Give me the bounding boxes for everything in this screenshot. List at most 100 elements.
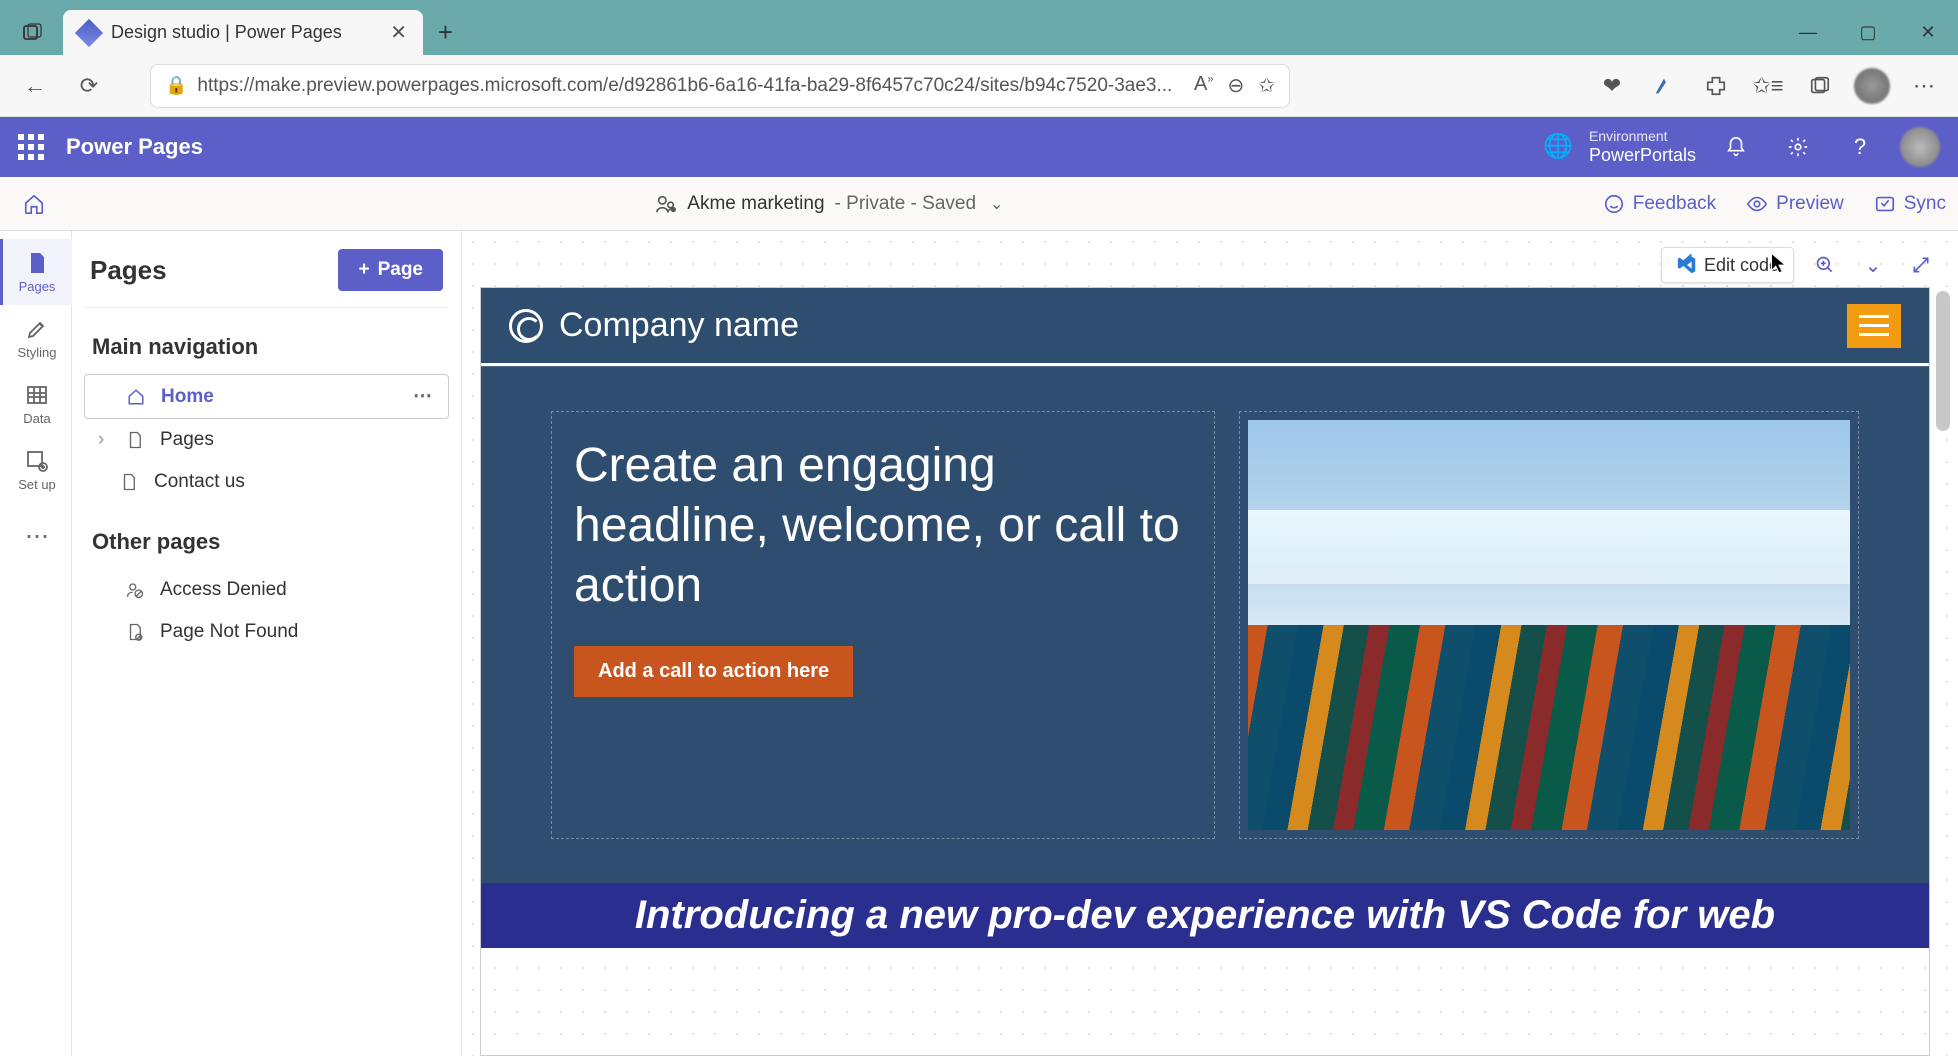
rail-styling[interactable]: Styling [0, 305, 72, 371]
home-icon[interactable] [12, 182, 56, 226]
brush-icon [25, 317, 49, 341]
site-preview: Company name Create an engaging headline… [481, 288, 1929, 1055]
page-error-icon [126, 623, 148, 641]
tab-title: Design studio | Power Pages [111, 22, 378, 43]
nav-item-not-found[interactable]: Page Not Found [84, 611, 449, 653]
browser-refresh-icon[interactable]: ⟳ [66, 63, 112, 109]
environment-icon: 🌐 [1543, 132, 1573, 161]
page-outline-icon [120, 473, 142, 491]
edit-code-label: Edit code [1704, 255, 1779, 276]
main-nav-heading: Main navigation [92, 334, 449, 360]
hamburger-menu-icon[interactable] [1847, 304, 1901, 348]
access-denied-icon [126, 581, 148, 599]
chevron-down-icon: ⌄ [990, 194, 1003, 214]
cta-button[interactable]: Add a call to action here [574, 646, 853, 697]
hero-image-block[interactable] [1239, 411, 1859, 839]
reading-mode-icon[interactable]: A» [1194, 73, 1213, 98]
settings-icon[interactable] [1776, 125, 1820, 169]
tab-favicon [75, 18, 103, 46]
nav-item-contact[interactable]: Contact us [84, 461, 449, 503]
new-tab-button[interactable]: + [423, 10, 468, 55]
sync-label: Sync [1904, 193, 1946, 215]
plus-icon: + [358, 259, 369, 281]
browser-back-icon[interactable]: ← [12, 63, 58, 109]
browser-tab[interactable]: Design studio | Power Pages ✕ [63, 10, 423, 55]
nav-item-label: Home [161, 386, 214, 408]
site-name: Akme marketing [687, 193, 824, 215]
table-icon [25, 383, 49, 407]
rail-styling-label: Styling [17, 345, 56, 360]
rail-pages-label: Pages [19, 279, 56, 294]
preview-label: Preview [1776, 193, 1844, 215]
vscode-icon [1676, 254, 1698, 276]
zoom-dropdown-icon[interactable]: ⌄ [1856, 248, 1890, 282]
collections-icon[interactable] [1798, 64, 1842, 108]
scrollbar-thumb[interactable] [1936, 291, 1950, 431]
ext-accessibility-icon[interactable] [1642, 64, 1686, 108]
chevron-right-icon[interactable]: › [98, 429, 114, 451]
help-icon[interactable]: ? [1838, 125, 1882, 169]
app-name: Power Pages [66, 134, 203, 160]
site-logo-icon [509, 309, 543, 343]
site-header[interactable]: Company name [481, 288, 1929, 366]
feedback-button[interactable]: Feedback [1603, 193, 1716, 215]
window-minimize-icon[interactable]: — [1778, 10, 1838, 55]
other-pages-heading: Other pages [92, 529, 449, 555]
rail-more[interactable]: ⋯ [0, 503, 72, 569]
window-maximize-icon[interactable]: ▢ [1838, 10, 1898, 55]
url-bar[interactable]: 🔒 https://make.preview.powerpages.micros… [150, 64, 1290, 108]
browser-profile-avatar[interactable] [1850, 64, 1894, 108]
site-status: - Private - Saved [835, 193, 977, 215]
hero-title[interactable]: Create an engaging headline, welcome, or… [574, 436, 1192, 616]
nav-item-label: Contact us [154, 471, 245, 493]
url-text: https://make.preview.powerpages.microsof… [197, 75, 1184, 97]
nav-item-label: Page Not Found [160, 621, 298, 643]
rail-setup-label: Set up [18, 477, 56, 492]
hero-text-block[interactable]: Create an engaging headline, welcome, or… [551, 411, 1215, 839]
nav-item-access-denied[interactable]: Access Denied [84, 569, 449, 611]
side-panel-title: Pages [90, 255, 167, 286]
add-page-button[interactable]: + Page [338, 249, 443, 291]
page-outline-icon [126, 431, 148, 449]
zoom-in-icon[interactable] [1808, 248, 1842, 282]
company-name[interactable]: Company name [559, 306, 799, 345]
site-picker[interactable]: Akme marketing - Private - Saved ⌄ [655, 193, 1003, 215]
sync-button[interactable]: Sync [1874, 193, 1946, 215]
close-tab-icon[interactable]: ✕ [390, 20, 407, 45]
zoom-icon[interactable]: ⊖ [1227, 73, 1244, 98]
rail-data-label: Data [23, 411, 50, 426]
app-launcher-icon[interactable] [18, 134, 44, 160]
favorite-icon[interactable]: ✩ [1258, 73, 1275, 98]
notifications-icon[interactable] [1714, 125, 1758, 169]
edit-code-button[interactable]: Edit code [1661, 247, 1794, 283]
page-icon [25, 251, 49, 275]
tab-actions-icon[interactable] [10, 10, 55, 55]
extensions-icon[interactable] [1694, 64, 1738, 108]
favorites-bar-icon[interactable]: ✩≡ [1746, 64, 1790, 108]
user-avatar[interactable] [1900, 127, 1940, 167]
lock-icon: 🔒 [165, 75, 187, 96]
environment-label: Environment [1589, 128, 1696, 145]
more-icon: ⋯ [25, 522, 49, 551]
hero-image [1248, 420, 1850, 830]
announcement-banner: Introducing a new pro-dev experience wit… [481, 883, 1929, 948]
expand-icon[interactable] [1904, 248, 1938, 282]
nav-item-more-icon[interactable]: ⋯ [413, 385, 434, 408]
rail-pages[interactable]: Pages [0, 239, 72, 305]
environment-picker[interactable]: Environment PowerPortals [1589, 128, 1696, 166]
nav-item-label: Pages [160, 429, 214, 451]
add-page-label: Page [378, 259, 423, 281]
environment-name: PowerPortals [1589, 145, 1696, 167]
nav-item-pages[interactable]: › Pages [84, 419, 449, 461]
rail-data[interactable]: Data [0, 371, 72, 437]
ext-heart-icon[interactable]: ❤ [1590, 64, 1634, 108]
setup-icon [25, 449, 49, 473]
window-close-icon[interactable]: ✕ [1898, 10, 1958, 55]
canvas-scrollbar[interactable] [1936, 287, 1950, 1056]
preview-button[interactable]: Preview [1746, 193, 1844, 215]
feedback-label: Feedback [1633, 193, 1716, 215]
home-page-icon [127, 388, 149, 406]
browser-menu-icon[interactable]: ⋯ [1902, 64, 1946, 108]
rail-setup[interactable]: Set up [0, 437, 72, 503]
nav-item-home[interactable]: Home ⋯ [84, 374, 449, 419]
